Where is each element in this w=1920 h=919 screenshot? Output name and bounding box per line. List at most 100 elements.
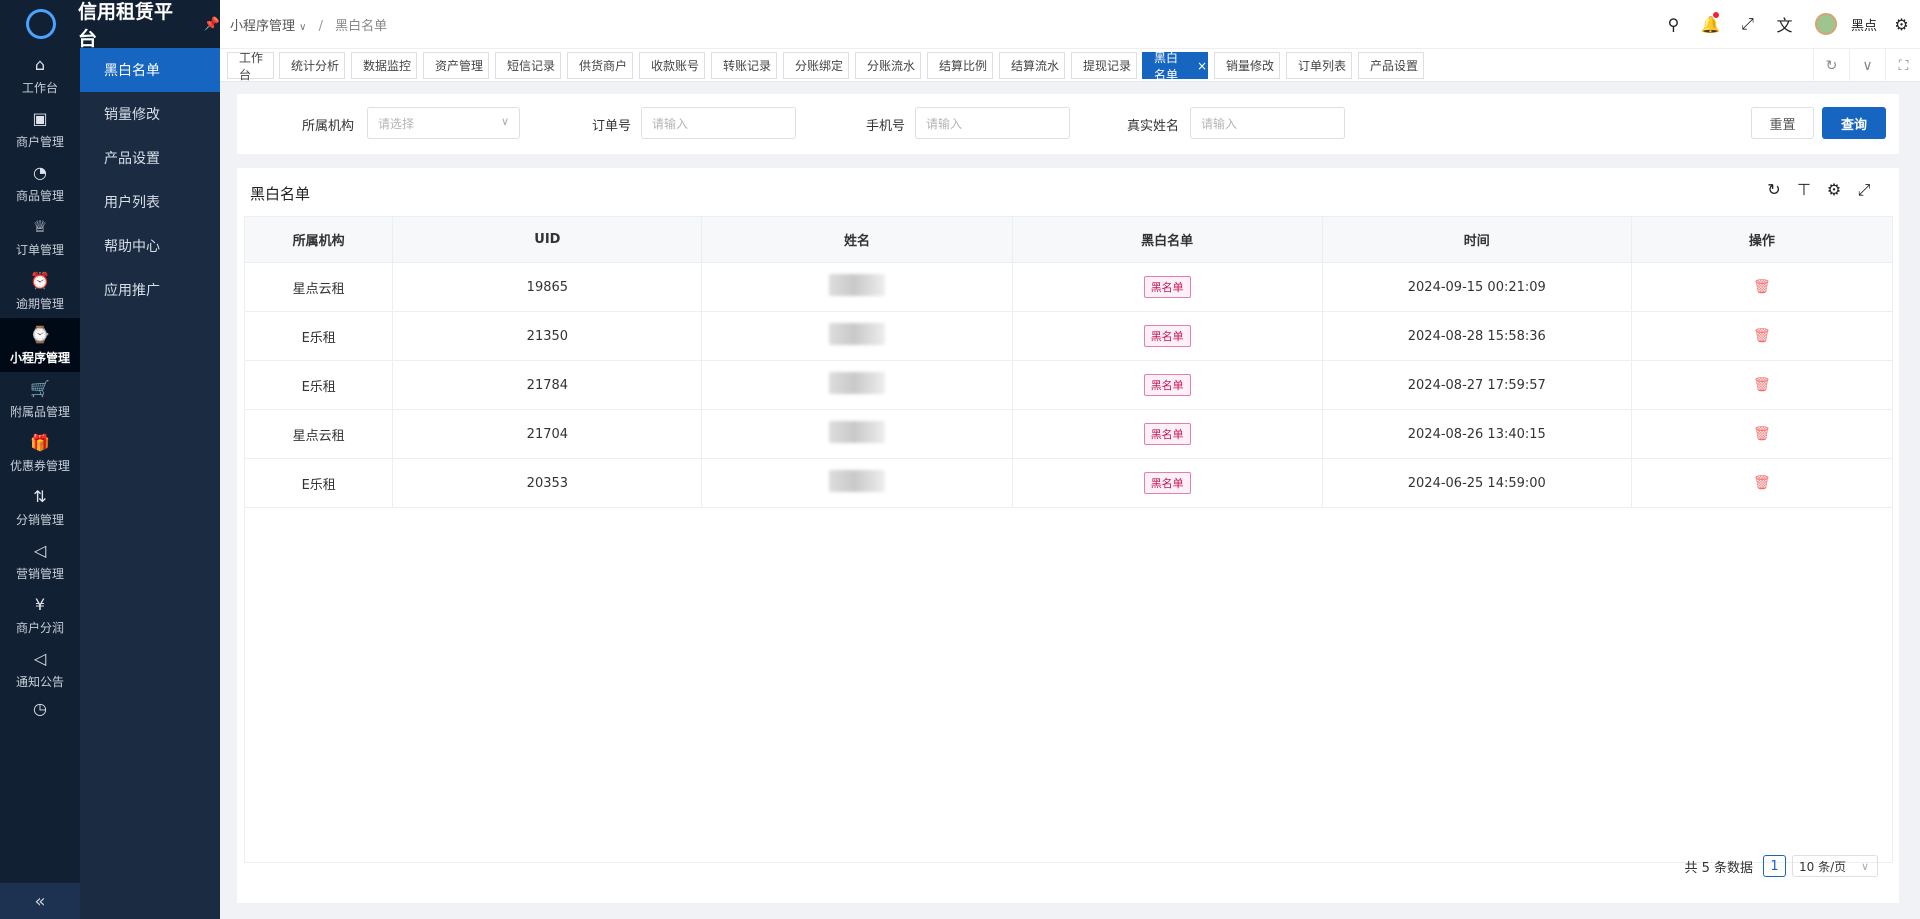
top-bar: 小程序管理 ∨ / 黑白名单 ⚲ 🔔 ⤢ 文 黑点 ⚙: [220, 0, 1920, 48]
reset-button[interactable]: 重置: [1751, 107, 1814, 139]
bell-icon[interactable]: 🔔: [1692, 11, 1729, 34]
user-name[interactable]: 黑点: [1851, 15, 1877, 34]
tab-item[interactable]: 短信记录: [495, 52, 561, 79]
table-row: E乐租 20353 黑名单 2024-06-25 14:59:00 🗑: [243, 458, 1894, 508]
chevron-down-icon[interactable]: ∨: [1849, 49, 1885, 82]
tab-item[interactable]: 资产管理: [423, 52, 489, 79]
tab-item[interactable]: 分账绑定: [783, 52, 849, 79]
sidebar-item[interactable]: ⇅ 分销管理: [0, 480, 80, 534]
tab-item[interactable]: 结算比例: [927, 52, 993, 79]
tab-item[interactable]: 订单列表: [1286, 52, 1352, 79]
sidebar-item[interactable]: ¥ 商户分润: [0, 588, 80, 642]
table-row: 星点云租 19865 黑名单 2024-09-15 00:21:09 🗑: [243, 262, 1894, 312]
column-header: 所属机构: [243, 216, 394, 263]
tab-item[interactable]: 提现记录: [1071, 52, 1137, 79]
logo-icon: [26, 9, 56, 39]
realname-input[interactable]: 请输入: [1190, 107, 1345, 139]
redacted-name: [828, 421, 885, 443]
uid-cell: 19865: [392, 262, 703, 312]
collapse-sidebar-icon[interactable]: «: [0, 883, 80, 919]
phone-input[interactable]: 请输入: [915, 107, 1070, 139]
tab-label: 订单列表: [1298, 59, 1347, 73]
sidebar-item[interactable]: ◷: [0, 696, 80, 726]
status-badge: 黑名单: [1143, 374, 1191, 396]
tab-label: 分账绑定: [795, 59, 844, 73]
order-input[interactable]: 请输入: [641, 107, 796, 139]
tab-label: 工作台: [239, 50, 264, 82]
table-row: 星点云租 21704 黑名单 2024-08-26 13:40:15 🗑: [243, 409, 1894, 459]
phone-placeholder: 请输入: [926, 116, 963, 131]
page-size-select[interactable]: 10 条/页 ∨: [1792, 855, 1878, 877]
sidebar-item-label: 商户管理: [15, 134, 64, 149]
tab-item[interactable]: 收款账号: [639, 52, 705, 79]
secondary-nav-item[interactable]: 帮助中心: [80, 224, 220, 268]
query-button[interactable]: 查询: [1822, 107, 1886, 139]
sidebar-item[interactable]: ◁ 营销管理: [0, 534, 80, 588]
trash-icon[interactable]: 🗑: [1753, 377, 1771, 393]
sidebar-item[interactable]: ◔ 商品管理: [0, 156, 80, 210]
fullscreen-icon[interactable]: ⤢: [1849, 180, 1879, 200]
tab-label: 销量修改: [1226, 59, 1275, 73]
tab-item[interactable]: 数据监控: [351, 52, 417, 79]
refresh-icon[interactable]: ↻: [1759, 180, 1789, 200]
page-number-button[interactable]: 1: [1763, 855, 1786, 877]
gear-icon[interactable]: ⚙: [1883, 15, 1920, 34]
secondary-nav-item[interactable]: 产品设置: [80, 136, 220, 180]
sidebar-item[interactable]: ▣ 商户管理: [0, 102, 80, 156]
action-cell: 🗑: [1630, 409, 1894, 459]
tab-label: 黑白名单: [1154, 50, 1179, 82]
tab-item[interactable]: 黑白名单 ×: [1142, 51, 1208, 82]
secondary-nav-item[interactable]: 销量修改: [80, 92, 220, 136]
gear-icon[interactable]: ⚙: [1819, 180, 1849, 200]
sidebar-item[interactable]: 🛒 附属品管理: [0, 372, 80, 426]
org-select[interactable]: 请选择 ∨: [367, 107, 520, 139]
table-tools: ↻ ⊤ ⚙ ⤢: [1759, 180, 1879, 200]
sidebar-item[interactable]: 🎁 优惠券管理: [0, 426, 80, 480]
trash-icon[interactable]: 🗑: [1753, 475, 1771, 491]
column-height-icon[interactable]: ⊤: [1789, 180, 1819, 200]
trash-icon[interactable]: 🗑: [1753, 426, 1771, 442]
trash-icon[interactable]: 🗑: [1753, 328, 1771, 344]
fullscreen-icon[interactable]: ⤢: [1729, 14, 1766, 34]
realname-placeholder: 请输入: [1201, 116, 1238, 131]
tab-item[interactable]: 销量修改: [1214, 52, 1280, 79]
sidebar-item[interactable]: ⏰ 逾期管理: [0, 264, 80, 318]
tab-item[interactable]: 分账流水: [855, 52, 921, 79]
tab-label: 统计分析: [291, 59, 340, 73]
tab-label: 资产管理: [435, 59, 484, 73]
refresh-icon[interactable]: ↻: [1813, 49, 1849, 82]
time-cell: 2024-06-25 14:59:00: [1321, 458, 1632, 508]
sidebar-item[interactable]: ◁ 通知公告: [0, 642, 80, 696]
maximize-icon[interactable]: ⛶: [1885, 49, 1920, 82]
name-cell: [701, 311, 1013, 361]
search-icon[interactable]: ⚲: [1655, 15, 1692, 34]
pin-icon[interactable]: 📌: [204, 17, 220, 32]
nav-icon: ⌂: [34, 54, 46, 74]
sidebar-item[interactable]: ⌂ 工作台: [0, 48, 80, 102]
secondary-nav-item[interactable]: 黑白名单: [80, 48, 220, 92]
secondary-nav-item[interactable]: 用户列表: [80, 180, 220, 224]
translate-icon[interactable]: 文: [1766, 12, 1803, 36]
sidebar-item-label: 商户分润: [15, 620, 64, 635]
sidebar-item-label: 通知公告: [15, 674, 64, 689]
secondary-nav-item[interactable]: 应用推广: [80, 268, 220, 312]
sidebar-item[interactable]: ♕ 订单管理: [0, 210, 80, 264]
tab-item[interactable]: 产品设置: [1358, 52, 1424, 79]
status-badge: 黑名单: [1143, 276, 1191, 298]
breadcrumb-parent[interactable]: 小程序管理: [230, 19, 295, 34]
close-icon[interactable]: ×: [1197, 59, 1207, 73]
tab-item[interactable]: 结算流水: [999, 52, 1065, 79]
tab-item[interactable]: 统计分析: [279, 52, 345, 79]
trash-icon[interactable]: 🗑: [1753, 279, 1771, 295]
sidebar-item[interactable]: ⌚ 小程序管理: [0, 318, 80, 372]
tab-item[interactable]: 转账记录: [711, 52, 777, 79]
list-cell: 黑名单: [1011, 311, 1323, 361]
tab-item[interactable]: 工作台: [227, 51, 274, 82]
tab-label: 结算比例: [939, 59, 988, 73]
order-placeholder: 请输入: [652, 116, 689, 131]
tab-label: 供货商户: [579, 59, 628, 73]
pagination: 共 5 条数据 1 10 条/页 ∨: [1684, 855, 1878, 877]
list-panel: 黑白名单 ↻ ⊤ ⚙ ⤢ 所属机构 UID 姓名 黑白名单 时间 操作 星点云租 19865…: [237, 168, 1899, 903]
avatar[interactable]: [1814, 13, 1837, 35]
tab-item[interactable]: 供货商户: [567, 52, 633, 79]
